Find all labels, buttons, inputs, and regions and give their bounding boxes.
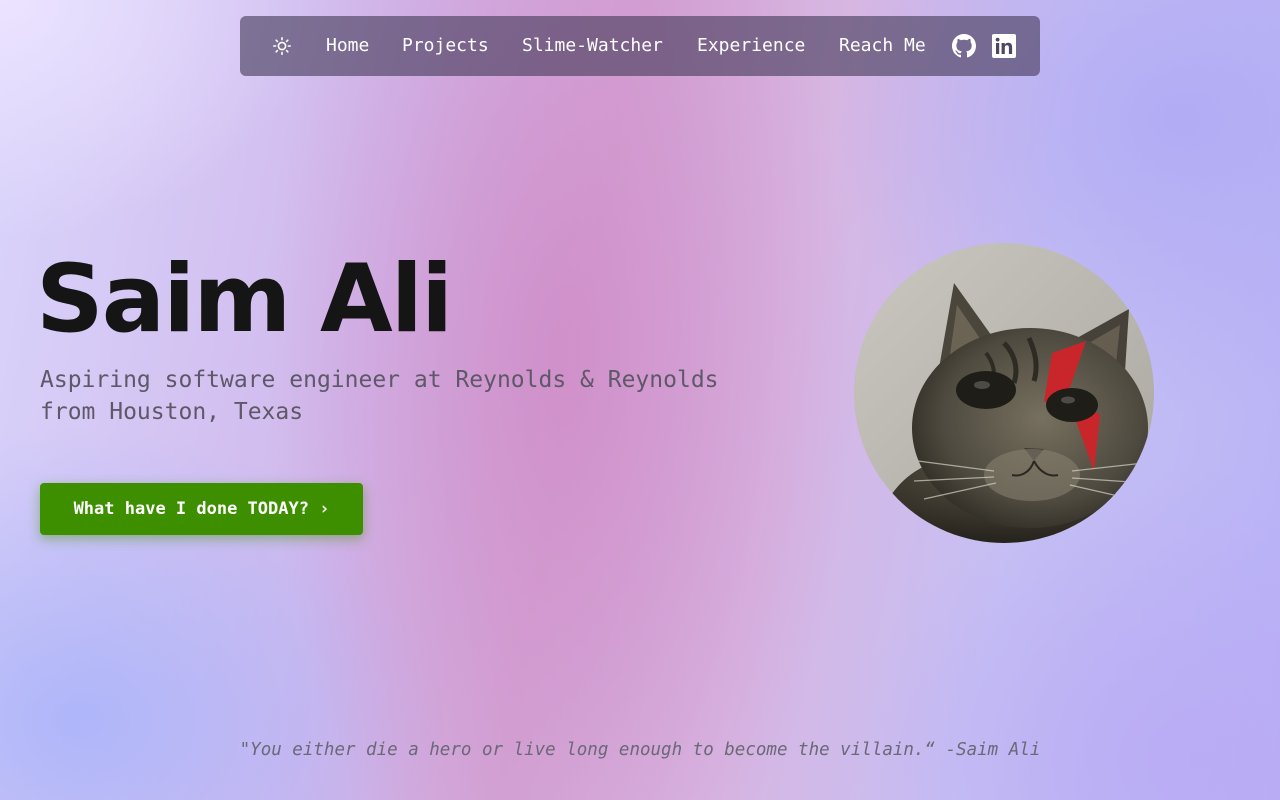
github-icon[interactable] <box>952 34 976 58</box>
linkedin-icon[interactable] <box>992 34 1016 58</box>
sun-icon[interactable] <box>272 36 292 56</box>
nav-link-slime-watcher[interactable]: Slime-Watcher <box>522 16 663 76</box>
cat-photo <box>854 243 1154 543</box>
footer-quote: "You either die a hero or live long enou… <box>239 740 1041 760</box>
hero-name: Saim Ali <box>36 245 453 354</box>
nav-link-experience[interactable]: Experience <box>697 16 805 76</box>
what-have-i-done-today-button[interactable]: What have I done TODAY? › <box>40 483 363 535</box>
nav-link-projects[interactable]: Projects <box>402 16 489 76</box>
avatar <box>854 243 1154 543</box>
nav-link-reach-me[interactable]: Reach Me <box>839 16 926 76</box>
nav-link-home[interactable]: Home <box>326 16 369 76</box>
hero-tagline: Aspiring software engineer at Reynolds &… <box>40 367 719 425</box>
top-navigation: Home Projects Slime-Watcher Experience R… <box>240 16 1040 76</box>
